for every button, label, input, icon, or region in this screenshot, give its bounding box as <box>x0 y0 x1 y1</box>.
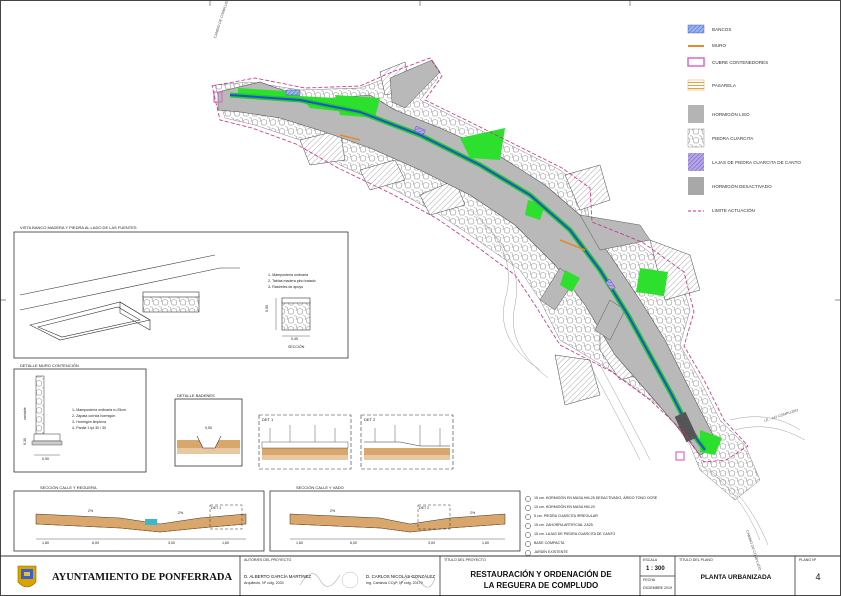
wall-note-1: 1- Mampostería ordinaria e=25cm <box>72 408 127 412</box>
date-label: FECHA <box>643 578 656 582</box>
bench-note-3: 3- Rastreles de apoyo <box>268 285 304 289</box>
plan-number: 4 <box>815 572 821 582</box>
section-note-4: 15 cm. ZAHORRA ARTIFICIAL ZA25 <box>534 523 593 527</box>
section-left-dim-2: 6,00 <box>92 541 99 545</box>
badenes-dim: 0,50 <box>205 426 212 430</box>
legend-muro: MURO <box>712 43 727 48</box>
authors-label: AUTOR/ES DEL PROYECTO <box>244 558 292 562</box>
wall-dim-width: 0,50 <box>42 457 49 461</box>
section-note-7: JARDÍN EXISTENTE <box>534 550 568 554</box>
bench-note-1: 1- Mampostería ordinaria <box>268 273 309 277</box>
wall-note-4: 4- Pantla 1 tpi 30 / 30 <box>72 426 107 430</box>
section-left-det: DET 1 <box>211 506 222 510</box>
section-left-pct-2: 2% <box>178 511 184 515</box>
wall-dim-h2: variable <box>23 407 27 420</box>
det2-title: DET 2 <box>364 417 376 422</box>
legend-bancos: BANCOS <box>712 27 732 32</box>
swatch-hormigon-liso <box>688 105 704 123</box>
client-name: AYUNTAMIENTO DE PONFERRADA <box>52 572 233 583</box>
swatch-piedra <box>687 128 705 148</box>
plan-label: TÍTULO DEL PLANO <box>679 558 713 562</box>
bench-dim-height: 0,50 <box>265 305 269 312</box>
project-label: TÍTULO DEL PROYECTO <box>444 558 486 562</box>
section-right-title: SECCIÓN CALLE Y VADO <box>296 485 344 490</box>
legend-piedra: PIEDRA CUARCITA <box>712 136 754 141</box>
signature-seal-icon <box>341 571 359 589</box>
section-right-pct-1: 2% <box>330 509 336 513</box>
legend-lajas: LAJAS DE PIEDRA CUARCITA DE CANTO <box>712 160 801 165</box>
section-note-3: 5 cm. PIEDRA CUARCITA IRREGULAR <box>534 514 598 518</box>
scale-value: 1 : 300 <box>646 566 665 572</box>
legend-hormigon-liso: HORMIGÓN LISO <box>712 112 750 117</box>
author-2: D. CARLOS NICOLÁS GONZÁLEZ <box>366 574 436 579</box>
section-right-dim-4: 1,60 <box>482 541 489 545</box>
det1-title: DET 1 <box>262 417 274 422</box>
author-1-sub: Arquitecto, Nº colg. 2033 <box>244 581 284 585</box>
section-note-6: BASE COMPACTA <box>534 541 565 545</box>
date-value: DICIEMBRE 2019 <box>643 586 672 590</box>
scale-label: ESCALA <box>643 558 658 562</box>
author-2-sub: Ing. Caminos CCyP, Nº colg. 20179 <box>366 581 423 585</box>
panel-badenes <box>174 398 243 467</box>
bench-dim-width: 0,45 <box>291 337 298 341</box>
legend-desactivado: HORMIGÓN DESACTIVADO <box>712 184 772 189</box>
section-left-dim-1: 1,80 <box>42 541 49 545</box>
swatch-pasarela <box>687 79 705 91</box>
section-right-pct-2: 2% <box>470 511 476 515</box>
number-label: PLANO Nº <box>799 558 817 562</box>
legend-swatches <box>687 24 705 212</box>
bench-title: VISTA BANCO MADERA Y PIEDRA AL LADO DE L… <box>20 225 137 230</box>
bench-caption: SECCIÓN <box>288 345 305 349</box>
project-title-line-2: LA REGUERA DE COMPLUDO <box>483 581 599 590</box>
section-left-dim-4: 1,60 <box>222 541 229 545</box>
project-title-line-1: RESTAURACIÓN Y ORDENACIÓN DE <box>470 570 612 579</box>
section-left-title: SECCIÓN CALLE Y REGUERA <box>40 485 97 490</box>
swatch-bancos <box>687 24 705 34</box>
wall-note-3: 3- Hormigón limpieza <box>72 420 106 424</box>
legend-cubre: CUBRE CONTENEDORES <box>712 60 769 65</box>
section-note-2: 10 cm. HORMIGÓN EN MASA HM-20 <box>534 505 595 509</box>
badenes-title: DETALLE BADENES <box>177 393 215 398</box>
ponferrada-shield-icon <box>17 565 37 588</box>
section-right-dim-3: 3,00 <box>428 541 435 545</box>
section-right-dim-2: 6,00 <box>350 541 357 545</box>
wall-title: DETALLE MURO CONTENCIÓN <box>20 363 79 368</box>
wall-dim-h1: 0,30 <box>23 438 27 445</box>
plan-title: PLANTA URBANIZADA <box>700 574 772 581</box>
note-markers <box>525 496 531 556</box>
section-left-dim-3: 3,00 <box>168 541 175 545</box>
swatch-desactivado <box>688 177 704 195</box>
author-1: D. ALBERTO GARCÍA MARTÍNEZ <box>244 574 312 579</box>
section-right-dim-1: 1,60 <box>296 541 303 545</box>
wall-note-2: 2- Zapata corrida hormigón <box>72 414 116 418</box>
swatch-lajas <box>688 153 704 171</box>
section-note-5: 15 cm. LAJAS DE PIEDRA CUARCITA DE CANTO <box>534 532 616 536</box>
section-right-det: DET 2 <box>419 506 430 510</box>
section-note-1: 15 cm. HORMIGÓN EN MASA HM-25 DESACTIVAD… <box>534 496 658 500</box>
section-left-pct-1: 2% <box>88 509 94 513</box>
legend-limite: LIMITE ACTUACIÓN <box>712 208 755 213</box>
bench-note-2: 2- Tablas madera pino tratado <box>268 279 316 283</box>
swatch-cubre <box>687 57 705 67</box>
legend-pasarela: PASARELA <box>712 83 736 88</box>
